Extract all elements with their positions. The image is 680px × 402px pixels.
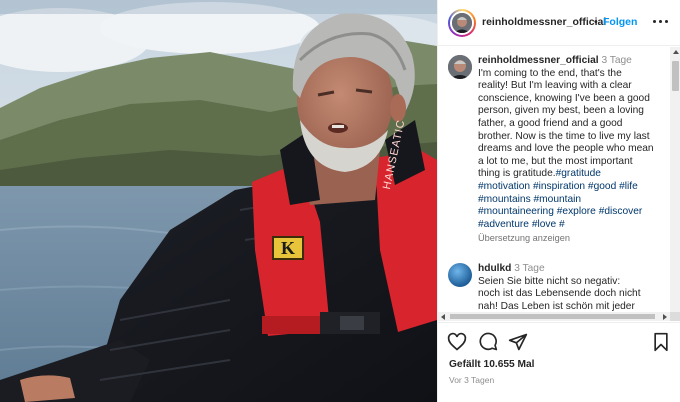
caption-header-line: reinholdmessner_official 3 Tage: [478, 55, 670, 68]
caption-line: a lot to me, but the most important: [478, 155, 633, 167]
post-header: reinholdmessner_official • Folgen: [438, 0, 680, 46]
hashtag-line: #mountaineering #explore #discover: [478, 206, 670, 219]
hashtag[interactable]: #discover: [599, 206, 643, 217]
header-separator: •: [594, 16, 598, 28]
hashtag[interactable]: #good: [588, 181, 616, 192]
comment-line: Seien Sie bitte nicht so negativ:: [478, 275, 621, 287]
caption-body: reinholdmessner_official 3 Tage I'm comi…: [478, 55, 670, 245]
caption-avatar[interactable]: [448, 55, 472, 79]
hashtag[interactable]: #love: [532, 219, 556, 230]
scroll-right-icon[interactable]: [663, 314, 667, 320]
hashtag[interactable]: #: [559, 219, 565, 230]
hashtag[interactable]: #adventure: [478, 219, 529, 230]
story-ring[interactable]: [448, 9, 476, 37]
scroll-left-icon[interactable]: [441, 314, 445, 320]
header-username[interactable]: reinholdmessner_official: [482, 16, 606, 28]
horizontal-scrollbar[interactable]: [438, 312, 670, 321]
comment-icon[interactable]: [478, 332, 498, 352]
more-horizontal-icon[interactable]: [652, 13, 670, 29]
caption-line: dreams and love the people who mean: [478, 143, 654, 155]
caption-avatar-image: [448, 55, 472, 79]
hashtag[interactable]: #gratitude: [556, 168, 601, 179]
comment-time: 3 Tage: [514, 263, 545, 274]
comments-list[interactable]: reinholdmessner_official 3 Tage I'm comi…: [438, 47, 670, 321]
more-dot: [665, 20, 668, 23]
post-timestamp[interactable]: Vor 3 Tagen: [449, 375, 494, 385]
hashtag[interactable]: #explore: [557, 206, 596, 217]
action-bar: [438, 322, 680, 356]
comment-line: noch ist das Lebensende doch nicht: [478, 288, 641, 300]
hashtag-line: #adventure #love #: [478, 219, 670, 232]
caption-line: brother. Now is the time to live my last: [478, 130, 650, 142]
vest-badge: K: [272, 236, 304, 260]
vertical-scrollbar[interactable]: [670, 47, 680, 321]
photo-scene: [0, 0, 437, 402]
caption-line: thing is gratitude.#gratitude: [478, 168, 670, 181]
post-photo[interactable]: K HANSEATIC: [0, 0, 437, 402]
hashtag-line: #motivation #inspiration #good #life: [478, 181, 670, 194]
caption-line: conscience, knowing I've been a good: [478, 92, 650, 104]
caption-line: I'm coming to the end, that's the: [478, 67, 622, 79]
paper-plane-icon[interactable]: [508, 332, 528, 352]
heart-icon[interactable]: [447, 332, 467, 352]
scroll-thumb[interactable]: [672, 61, 679, 91]
caption-line: person, given my best, been a loving: [478, 105, 644, 117]
hashtag[interactable]: #life: [619, 181, 638, 192]
more-dot: [653, 20, 656, 23]
more-dot: [659, 20, 662, 23]
horizontal-scroll-thumb[interactable]: [450, 314, 655, 319]
translate-link[interactable]: Übersetzung anzeigen: [478, 232, 670, 245]
hashtag[interactable]: #motivation: [478, 181, 530, 192]
scrollbar-corner: [670, 312, 680, 321]
hashtag[interactable]: #mountains: [478, 194, 531, 205]
vest-badge-letter: K: [280, 237, 295, 258]
caption-line: father, a good friend and a good: [478, 117, 623, 129]
hashtag[interactable]: #mountain: [534, 194, 582, 205]
likes-count[interactable]: Gefällt 10.655 Mal: [449, 359, 535, 370]
hashtag[interactable]: #inspiration: [533, 181, 585, 192]
comment-header-line: hdulkd 3 Tage: [478, 263, 670, 276]
scroll-up-icon[interactable]: [673, 50, 679, 54]
comment-body: hdulkd 3 Tage Seien Sie bitte nicht so n…: [478, 263, 670, 313]
comment-username[interactable]: hdulkd: [478, 263, 511, 274]
hashtag-line: #mountains #mountain: [478, 194, 670, 207]
caption-line: reality! But I'm leaving with a clear: [478, 80, 632, 92]
caption-text: thing is gratitude.: [478, 168, 556, 180]
bookmark-icon[interactable]: [651, 332, 671, 352]
caption-time: 3 Tage: [601, 55, 632, 66]
post-sidebar: reinholdmessner_official • Folgen reinho…: [437, 0, 680, 402]
caption-username[interactable]: reinholdmessner_official: [478, 55, 599, 66]
avatar-image: [452, 13, 472, 33]
avatar[interactable]: [450, 11, 474, 35]
hashtag[interactable]: #mountaineering: [478, 206, 554, 217]
follow-button[interactable]: Folgen: [603, 16, 637, 28]
comment-avatar[interactable]: [448, 263, 472, 287]
